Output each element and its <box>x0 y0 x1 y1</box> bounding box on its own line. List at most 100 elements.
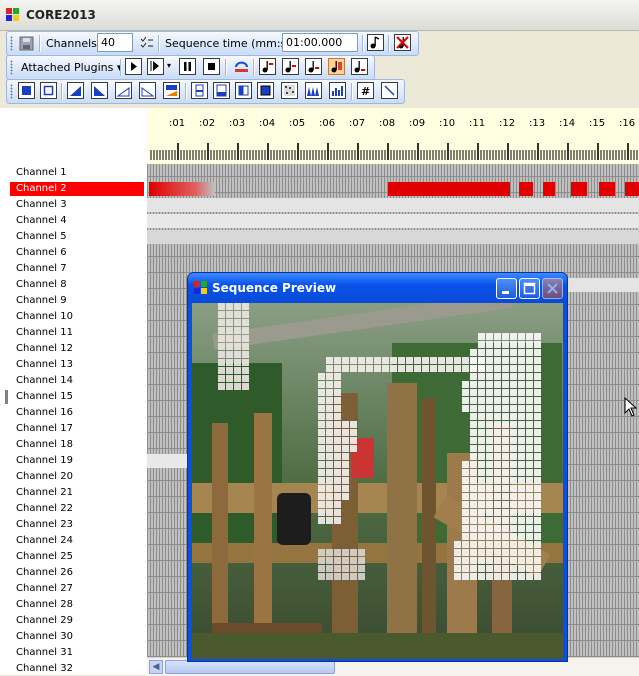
preview-title-bar[interactable]: Sequence Preview <box>188 273 567 303</box>
channel-item[interactable]: Channel 4 <box>10 214 144 228</box>
ramp-down-button[interactable] <box>91 82 108 99</box>
play-button[interactable] <box>125 58 142 75</box>
row-marker <box>5 390 8 404</box>
channel-item[interactable]: Channel 14 <box>10 374 144 388</box>
fill-on-button[interactable] <box>18 82 35 99</box>
channel-item[interactable]: Channel 27 <box>10 582 144 596</box>
shimmer-button[interactable] <box>163 82 180 99</box>
preview-canvas[interactable] <box>192 303 563 659</box>
sequence-time-input[interactable] <box>282 33 358 52</box>
channel-item[interactable]: Channel 23 <box>10 518 144 532</box>
channel-item[interactable]: Channel 16 <box>10 406 144 420</box>
save-button[interactable] <box>17 34 34 51</box>
channel-item[interactable]: Channel 31 <box>10 646 144 660</box>
channel-item[interactable]: Channel 13 <box>10 358 144 372</box>
preview-window-icon <box>194 281 207 294</box>
fade-down-button[interactable] <box>139 82 156 99</box>
scroll-thumb[interactable] <box>165 660 335 674</box>
channels-input[interactable] <box>97 33 133 52</box>
note-option-4-button[interactable] <box>328 58 345 75</box>
channel-item[interactable]: Channel 2 <box>10 182 144 196</box>
event-block[interactable] <box>147 198 639 212</box>
event-block[interactable] <box>147 230 639 244</box>
channel-item[interactable]: Channel 11 <box>10 326 144 340</box>
half-button[interactable] <box>235 82 252 99</box>
loop-button[interactable] <box>232 58 249 75</box>
channel-item[interactable]: Channel 25 <box>10 550 144 564</box>
event-block[interactable] <box>625 182 639 196</box>
note-option-5-button[interactable] <box>351 58 368 75</box>
channel-item[interactable]: Channel 24 <box>10 534 144 548</box>
scroll-left-icon[interactable]: ◀ <box>149 660 163 674</box>
toolbar-effects: # <box>6 79 405 104</box>
note-option-2-button[interactable] <box>282 58 299 75</box>
clear-audio-button[interactable] <box>394 34 411 51</box>
channel-item[interactable]: Channel 5 <box>10 230 144 244</box>
stop-button[interactable] <box>203 58 220 75</box>
channel-item[interactable]: Channel 10 <box>10 310 144 324</box>
random-button[interactable] <box>281 82 298 99</box>
ramp-up-button[interactable] <box>67 82 84 99</box>
channel-item[interactable]: Channel 28 <box>10 598 144 612</box>
fade-up-button[interactable] <box>115 82 132 99</box>
toolbar-grip[interactable] <box>10 60 13 75</box>
attached-plugins-dropdown[interactable]: Attached Plugins ▾ <box>21 61 122 74</box>
music-note-button[interactable] <box>367 34 384 51</box>
mix-button[interactable] <box>213 82 230 99</box>
event-block[interactable] <box>147 214 639 228</box>
event-block[interactable] <box>519 182 533 196</box>
channel-item[interactable]: Channel 12 <box>10 342 144 356</box>
maximize-button[interactable] <box>519 278 540 299</box>
grid-toggle-button[interactable]: # <box>357 82 374 99</box>
channel-item[interactable]: Channel 20 <box>10 470 144 484</box>
note-option-1-button[interactable] <box>259 58 276 75</box>
channel-item[interactable]: Channel 3 <box>10 198 144 212</box>
fade-event[interactable] <box>149 182 215 196</box>
channel-check-button[interactable] <box>137 34 154 51</box>
channel-item[interactable]: Channel 32 <box>10 662 144 675</box>
solid-button[interactable] <box>257 82 274 99</box>
timeline-label: :10 <box>439 118 456 129</box>
checklist-icon <box>140 36 153 48</box>
intensity-icon <box>195 84 204 97</box>
channel-item[interactable]: Channel 19 <box>10 454 144 468</box>
channel-item[interactable]: Channel 9 <box>10 294 144 308</box>
chase-button[interactable] <box>329 82 346 99</box>
event-block[interactable] <box>599 182 615 196</box>
channel-item[interactable]: Channel 29 <box>10 614 144 628</box>
toolbar-grip[interactable] <box>10 84 13 99</box>
channel-item[interactable]: Channel 1 <box>10 166 144 180</box>
channel-item[interactable]: Channel 21 <box>10 486 144 500</box>
event-block[interactable] <box>567 278 639 292</box>
timeline-label: :03 <box>229 118 246 129</box>
fill-off-button[interactable] <box>40 82 57 99</box>
intensity-button[interactable] <box>191 82 208 99</box>
channel-list[interactable]: Channel 1 Channel 2 Channel 3 Channel 4 Chan… <box>0 108 147 675</box>
timeline-ruler[interactable]: :01:02:03:04:05:06:07:08:09:10:11:12:13:… <box>147 108 639 164</box>
channel-item[interactable]: Channel 30 <box>10 630 144 644</box>
close-button[interactable] <box>542 278 563 299</box>
event-block[interactable] <box>571 182 587 196</box>
close-icon <box>547 283 558 294</box>
solid-square-icon <box>260 85 271 96</box>
channel-item[interactable]: Channel 15 <box>10 390 144 404</box>
channel-item[interactable]: Channel 22 <box>10 502 144 516</box>
channel-item[interactable]: Channel 18 <box>10 438 144 452</box>
channel-item[interactable]: Channel 7 <box>10 262 144 276</box>
channel-item[interactable]: Channel 6 <box>10 246 144 260</box>
play-from-point-button[interactable] <box>147 58 164 75</box>
toolbar-grip[interactable] <box>10 36 13 51</box>
channel-item[interactable]: Channel 8 <box>10 278 144 292</box>
pause-icon <box>184 62 191 71</box>
draw-line-button[interactable] <box>381 82 398 99</box>
sparkle-button[interactable] <box>305 82 322 99</box>
channel-item[interactable]: Channel 26 <box>10 566 144 580</box>
minimize-button[interactable] <box>496 278 517 299</box>
event-block[interactable] <box>388 182 510 196</box>
event-block[interactable] <box>147 454 189 468</box>
chevron-down-icon[interactable]: ▾ <box>167 61 171 70</box>
pause-button[interactable] <box>179 58 196 75</box>
event-block[interactable] <box>543 182 555 196</box>
channel-item[interactable]: Channel 17 <box>10 422 144 436</box>
note-option-3-button[interactable] <box>305 58 322 75</box>
